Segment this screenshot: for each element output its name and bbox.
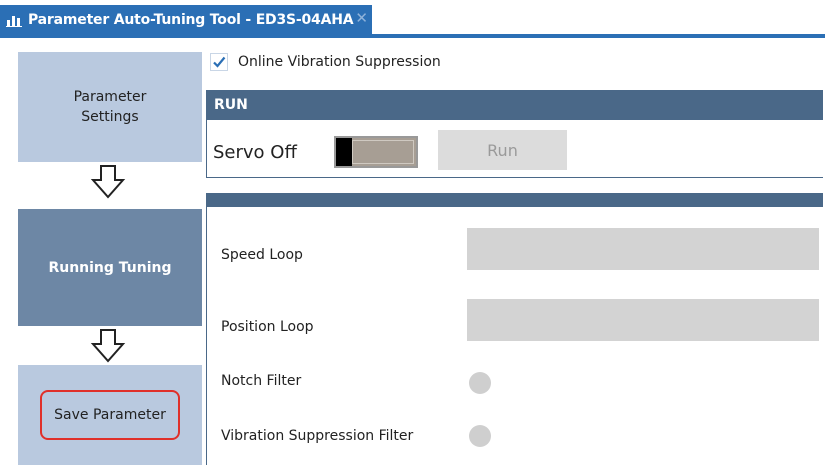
run-section-header: RUN [206,90,823,120]
main-panel: Online Vibration Suppression RUN Servo O… [204,38,825,465]
speed-loop-bar [467,228,819,270]
run-button[interactable]: Run [438,130,567,170]
vibration-suppression-filter-label: Vibration Suppression Filter [221,428,414,444]
tab-parameter-auto-tuning[interactable]: Parameter Auto-Tuning Tool - ED3S-04AHA … [0,5,372,34]
close-icon[interactable]: ✕ [355,11,368,26]
servo-toggle[interactable] [334,136,418,168]
online-vibration-suppression-option[interactable]: Online Vibration Suppression [210,52,441,72]
step-save-parameter[interactable]: Save Parameter [18,365,202,465]
step-parameter-settings[interactable]: Parameter Settings [18,52,202,162]
down-arrow-icon [90,164,126,200]
online-vibration-suppression-checkbox[interactable] [210,53,228,71]
servo-status-label: Servo Off [213,142,297,163]
chart-icon [6,13,24,27]
tab-bar: Parameter Auto-Tuning Tool - ED3S-04AHA … [0,0,825,38]
save-parameter-button[interactable]: Save Parameter [40,390,180,440]
step-label: Running Tuning [48,259,172,276]
vibration-suppression-filter-indicator [469,425,491,447]
tuning-section-header [206,193,823,207]
run-section: Servo Off Run [206,120,823,178]
toggle-knob [336,138,352,166]
toggle-track [352,140,414,164]
down-arrow-icon [90,328,126,364]
speed-loop-label: Speed Loop [221,247,303,263]
step-label: Save Parameter [54,407,166,423]
step-running-tuning[interactable]: Running Tuning [18,209,202,326]
tuning-section: Speed Loop Position Loop Notch Filter Vi… [206,207,823,465]
notch-filter-indicator [469,372,491,394]
position-loop-label: Position Loop [221,319,314,335]
online-vibration-suppression-label: Online Vibration Suppression [238,54,441,70]
notch-filter-label: Notch Filter [221,373,302,389]
tab-title: Parameter Auto-Tuning Tool - ED3S-04AHA [28,11,354,28]
position-loop-bar [467,299,819,341]
step-label: Parameter Settings [73,89,147,125]
steps-panel: Parameter Settings Running Tuning Save P… [0,38,204,465]
